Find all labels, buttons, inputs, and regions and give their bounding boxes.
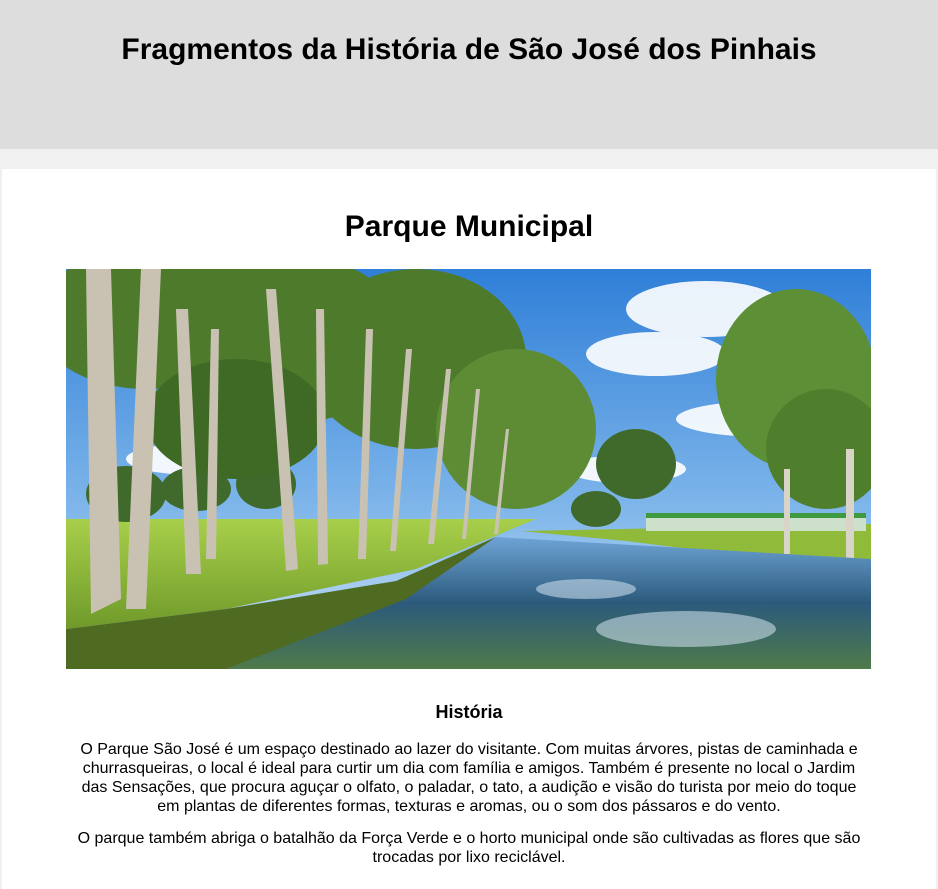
park-photo [66, 269, 871, 669]
site-title: Fragmentos da História de São José dos P… [121, 33, 817, 66]
section-heading: História [435, 702, 503, 722]
card-title: Parque Municipal [344, 210, 594, 243]
history-paragraph-2: O parque também abriga o batalhão da For… [77, 830, 861, 866]
photo-building [646, 517, 866, 531]
content-card: Parque Municipal História O Parque São J… [2, 169, 936, 889]
history-paragraph-1: O Parque São José é um espaço destinado … [80, 741, 858, 815]
site-header: Fragmentos da História de São José dos P… [0, 0, 938, 149]
